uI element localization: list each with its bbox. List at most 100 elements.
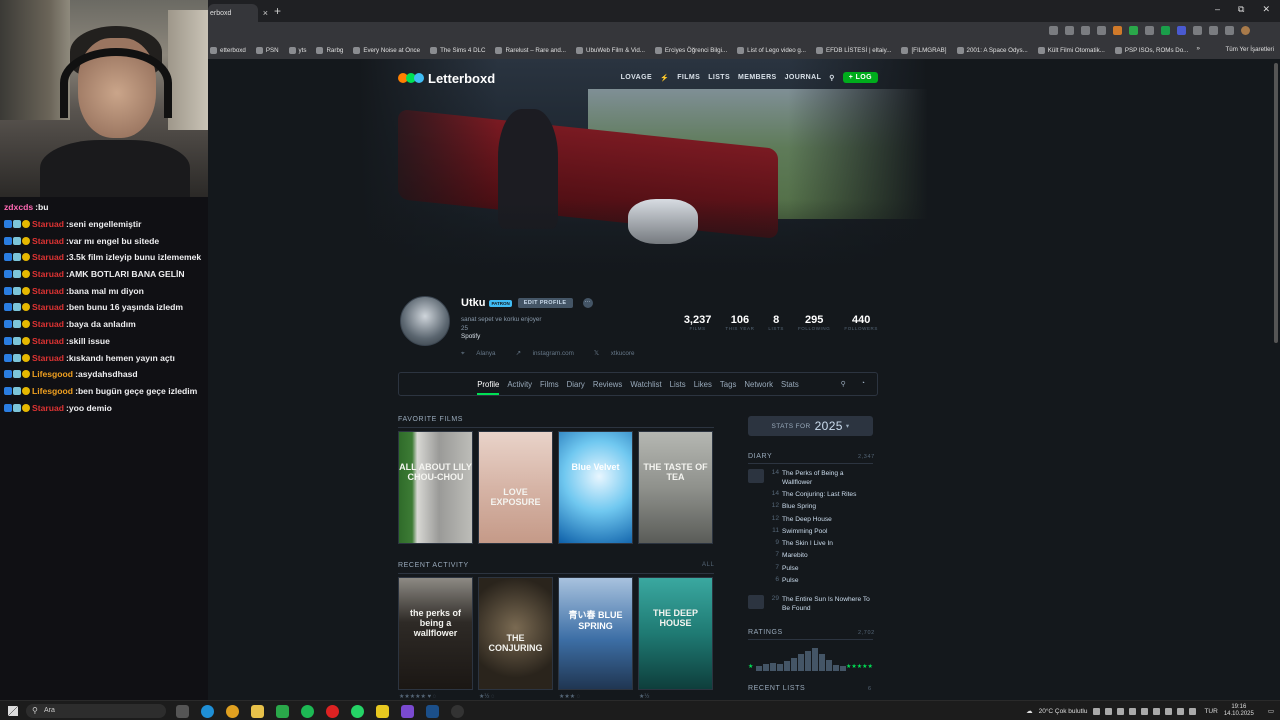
chat-username[interactable]: Staruad <box>32 302 64 312</box>
film-poster[interactable]: Blue Velvet <box>558 431 633 544</box>
diary-entry[interactable]: 12 The Deep House <box>748 515 873 527</box>
tab-tags[interactable]: Tags <box>720 380 736 389</box>
profile-stat[interactable]: 295 FOLLOWING <box>798 314 830 331</box>
stats-for-year-button[interactable]: STATS FOR 2025 ▾ <box>748 416 873 436</box>
obs-icon[interactable] <box>401 705 414 718</box>
bookmark-item[interactable]: Erciyes Öğrenci Bilgi... <box>654 46 727 54</box>
diary-entry[interactable]: 14 The Conjuring: Last Rites <box>748 490 873 502</box>
nav-members[interactable]: MEMBERS <box>738 74 777 81</box>
notifications-icon[interactable]: ▭ <box>1268 707 1274 715</box>
tab-reviews[interactable]: Reviews <box>593 380 622 389</box>
tab-watchlist[interactable]: Watchlist <box>630 380 661 389</box>
diary-entry[interactable]: 7 Marebito <box>748 551 873 563</box>
rating-histogram-bar[interactable] <box>791 657 797 671</box>
bookmark-item[interactable]: yts <box>288 46 306 54</box>
tray-icon[interactable] <box>1141 707 1149 715</box>
diary-entry[interactable]: 14 The Perks of Being a Wallflower <box>748 469 873 490</box>
tray-icon[interactable] <box>1117 707 1125 715</box>
chat-username[interactable]: Staruad <box>32 219 64 229</box>
tab-close-icon[interactable]: × <box>263 8 268 18</box>
xbox-icon[interactable] <box>276 705 289 718</box>
chat-username[interactable]: Staruad <box>32 252 64 262</box>
extension-icon[interactable] <box>1193 26 1202 35</box>
bookmark-item[interactable]: Every Noise at Once <box>353 46 420 54</box>
rating-histogram-bar[interactable] <box>784 661 790 671</box>
nav-journal[interactable]: JOURNAL <box>785 74 822 81</box>
profile-stat[interactable]: 440 FOLLOWERS <box>844 314 878 331</box>
rating-histogram-bar[interactable] <box>756 666 762 671</box>
more-options-button[interactable]: ··· <box>582 298 593 308</box>
letterboxd-logo[interactable]: Letterboxd <box>398 71 495 86</box>
diary-entry[interactable]: 6 Pulse <box>748 576 873 588</box>
bookmark-item[interactable]: Rarbg <box>316 46 343 54</box>
volume-icon[interactable] <box>1177 707 1185 715</box>
extension-icon[interactable] <box>1113 26 1122 35</box>
chat-username[interactable]: Staruad <box>32 269 64 279</box>
diary-entry[interactable]: 11 Swimming Pool <box>748 527 873 539</box>
diary-title[interactable]: DIARY <box>748 453 772 460</box>
tab-letterboxd[interactable]: erboxd × <box>208 4 268 22</box>
whatsapp-icon[interactable] <box>351 705 364 718</box>
steam-icon[interactable] <box>426 705 439 718</box>
rating-histogram-bar[interactable] <box>812 648 818 671</box>
chat-username[interactable]: Staruad <box>32 353 64 363</box>
other-bookmarks[interactable]: Tüm Yer İşaretleri <box>1226 46 1275 53</box>
wifi-icon[interactable] <box>1165 707 1173 715</box>
tray-icon[interactable] <box>1093 707 1101 715</box>
tab-likes[interactable]: Likes <box>694 380 712 389</box>
bio-line[interactable]: Spotify <box>461 333 542 342</box>
tray-icon[interactable] <box>1105 707 1113 715</box>
chat-username[interactable]: Lifesgood <box>32 369 73 379</box>
windows-start-icon[interactable] <box>8 706 18 716</box>
bookmark-item[interactable]: The Sims 4 DLC <box>430 46 485 54</box>
restore-button[interactable]: ⧉ <box>1238 4 1244 15</box>
film-poster[interactable]: the perks of being a wallflower <box>398 577 473 690</box>
tab-lists[interactable]: Lists <box>670 380 686 389</box>
bookmark-item[interactable]: List of Lego video g... <box>737 46 806 54</box>
film-poster[interactable]: LOVE EXPOSURE <box>478 431 553 544</box>
search-icon[interactable]: ⚲ <box>829 74 835 82</box>
chrome-icon[interactable] <box>226 705 239 718</box>
clock[interactable]: 19:16 14.10.2025 <box>1224 704 1254 718</box>
extension-icon[interactable] <box>1081 26 1090 35</box>
tab-stats[interactable]: Stats <box>781 380 799 389</box>
app-icon[interactable] <box>451 705 464 718</box>
tab-diary[interactable]: Diary <box>567 380 585 389</box>
opera-icon[interactable] <box>326 705 339 718</box>
chat-username[interactable]: Staruad <box>32 336 64 346</box>
nav-films[interactable]: FILMS <box>677 74 700 81</box>
spotify-icon[interactable] <box>301 705 314 718</box>
nav-lists[interactable]: LISTS <box>708 74 730 81</box>
rating-histogram-bar[interactable] <box>777 663 783 671</box>
scrollbar-thumb[interactable] <box>1274 63 1278 343</box>
rating-histogram-bar[interactable] <box>826 660 832 671</box>
profile-stat[interactable]: 3,237 FILMS <box>684 314 712 331</box>
rating-histogram-bar[interactable] <box>805 650 811 671</box>
bookmark-item[interactable]: Rarelust – Rare and... <box>495 46 566 54</box>
tab-profile[interactable]: Profile <box>477 380 500 395</box>
chat-username[interactable]: zdxcds <box>4 202 33 212</box>
extension-icon[interactable] <box>1129 26 1138 35</box>
minimize-button[interactable]: – <box>1215 4 1220 15</box>
bookmark-item[interactable]: Kült Filmi Otomatik... <box>1037 46 1105 54</box>
bookmarks-overflow[interactable]: » <box>1197 45 1200 52</box>
rating-histogram-bar[interactable] <box>833 665 839 671</box>
diary-entry[interactable]: 7 Pulse <box>748 564 873 576</box>
bookmark-item[interactable]: etterboxd <box>210 46 246 54</box>
twitter-link[interactable]: 𝕏 xtkucore <box>594 350 645 358</box>
chat-username[interactable]: Lifesgood <box>32 386 73 396</box>
bookmark-item[interactable]: [FILMGRAB] <box>901 46 947 54</box>
close-window-button[interactable]: ✕ <box>1262 4 1270 15</box>
extension-icon[interactable] <box>1177 26 1186 35</box>
extension-icon[interactable] <box>1049 26 1058 35</box>
page-scrollbar[interactable] <box>1272 59 1280 700</box>
search-icon[interactable]: ⚲ <box>841 380 846 388</box>
film-poster[interactable]: 青い春 BLUE SPRING <box>558 577 633 690</box>
bookmark-item[interactable]: PSN <box>255 46 279 54</box>
log-button[interactable]: + LOG <box>842 72 878 83</box>
sidebar-icon[interactable] <box>1225 26 1234 35</box>
rating-histogram-bar[interactable] <box>819 654 825 671</box>
tray-icon[interactable] <box>1153 707 1161 715</box>
avatar[interactable] <box>400 296 450 346</box>
extension-icon[interactable] <box>1161 26 1170 35</box>
